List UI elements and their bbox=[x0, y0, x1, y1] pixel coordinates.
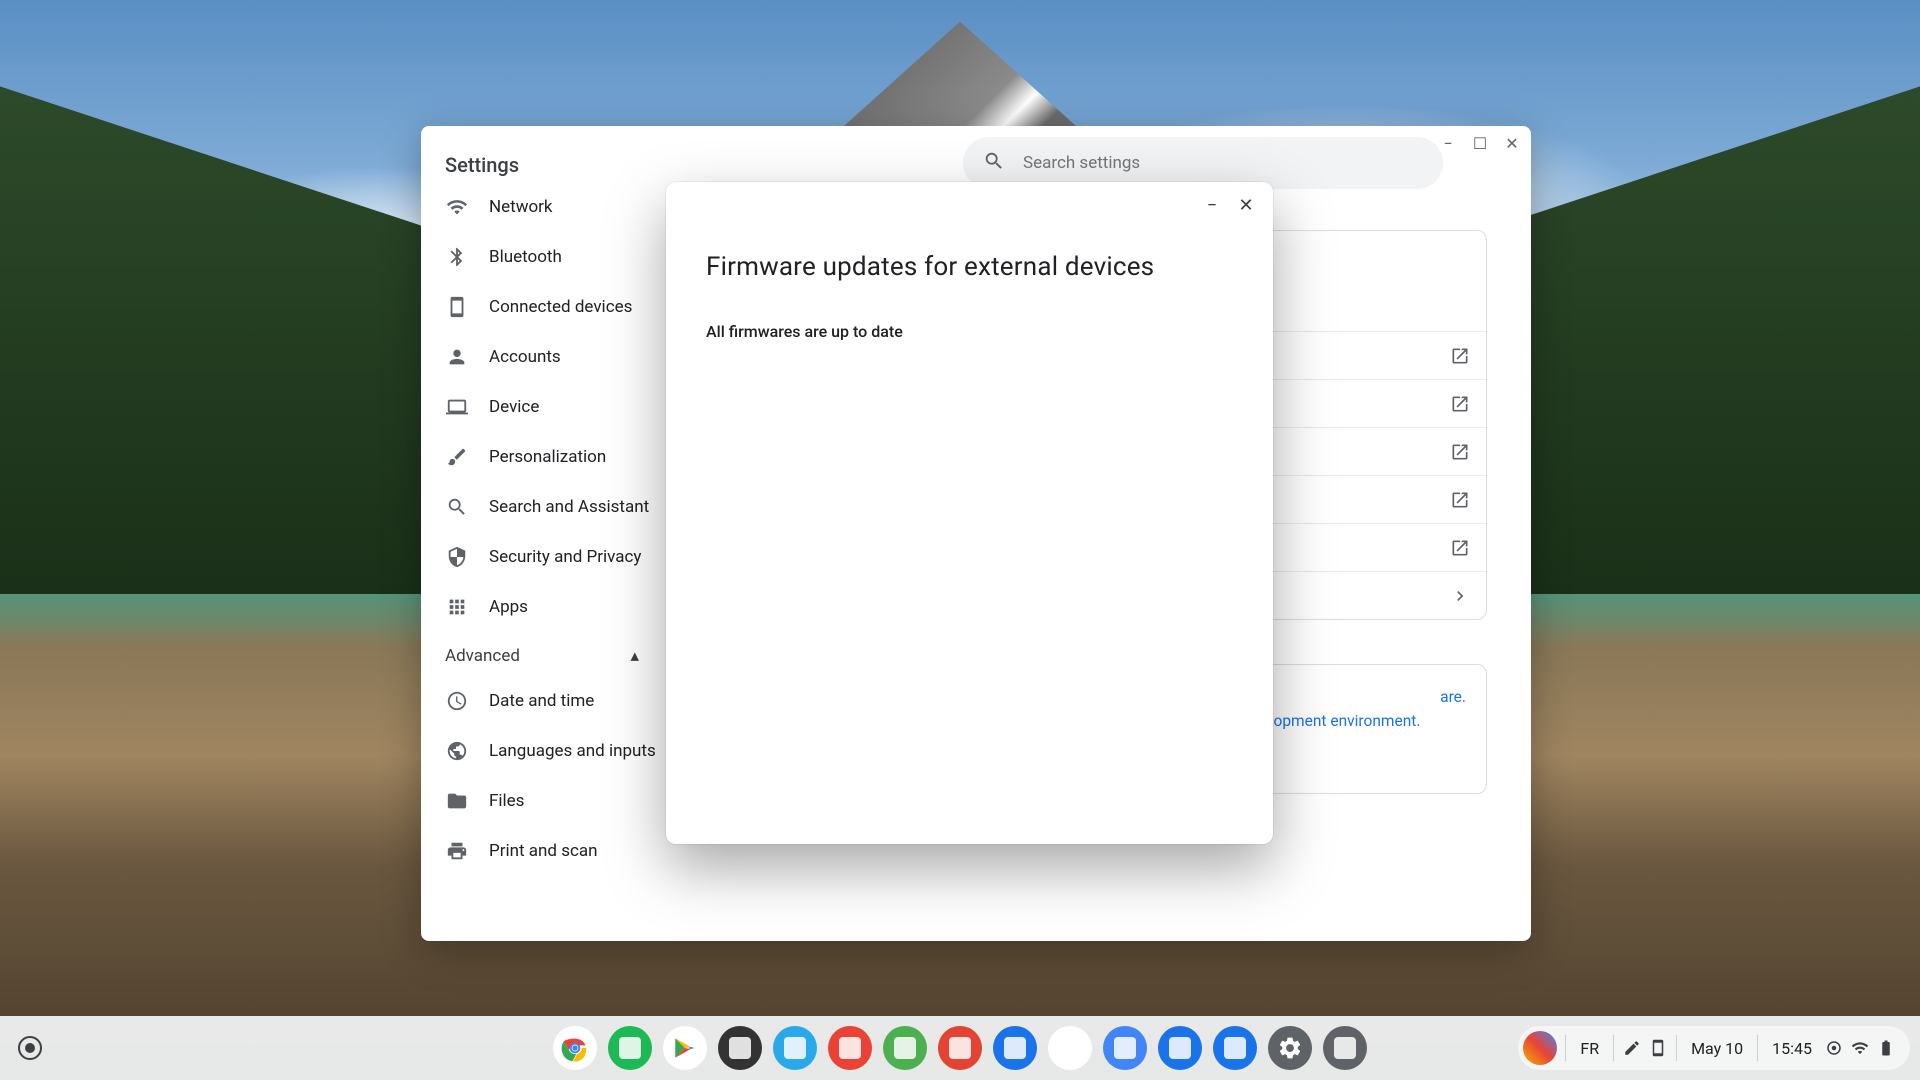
window-controls: − ☐ ✕ bbox=[1439, 134, 1521, 152]
notifications-icon[interactable] bbox=[1824, 1038, 1844, 1058]
chevron-right-icon bbox=[1450, 586, 1470, 606]
open-external-icon bbox=[1450, 346, 1470, 366]
sidebar-item-label: Date and time bbox=[489, 691, 594, 711]
sidebar-item-label: Languages and inputs bbox=[489, 741, 656, 761]
sidebar-item-network[interactable]: Network bbox=[421, 182, 663, 232]
wifi-icon[interactable] bbox=[1850, 1038, 1870, 1058]
sidebar-advanced-toggle[interactable]: Advanced ▴ bbox=[421, 632, 663, 676]
sidebar-item-device[interactable]: Device bbox=[421, 382, 663, 432]
shield-icon bbox=[445, 545, 469, 569]
settings-sidebar: Network Bluetooth Connected devices Account… bbox=[421, 126, 663, 941]
shelf-app-update[interactable] bbox=[1323, 1026, 1367, 1070]
sidebar-item-label: Device bbox=[489, 397, 539, 417]
clock-icon bbox=[445, 689, 469, 713]
shelf-app-files[interactable] bbox=[1213, 1026, 1257, 1070]
brush-icon bbox=[445, 445, 469, 469]
firmware-status-text: All firmwares are up to date bbox=[706, 322, 1233, 341]
open-external-icon bbox=[1450, 394, 1470, 414]
sidebar-item-label: Security and Privacy bbox=[489, 547, 641, 567]
shelf-app-slack[interactable] bbox=[1048, 1026, 1092, 1070]
shelf-app-settings[interactable] bbox=[1268, 1026, 1312, 1070]
open-external-icon bbox=[1450, 538, 1470, 558]
shelf-app-messages[interactable] bbox=[993, 1026, 1037, 1070]
sidebar-item-label: Print and scan bbox=[489, 841, 598, 861]
shelf-app-docs[interactable] bbox=[1103, 1026, 1147, 1070]
shelf-app-spotify[interactable] bbox=[608, 1026, 652, 1070]
maximize-button[interactable]: ☐ bbox=[1471, 134, 1489, 152]
search-icon bbox=[445, 495, 469, 519]
status-area[interactable]: FR May 10 15:45 bbox=[1518, 1026, 1910, 1070]
shelf-app-todoist[interactable] bbox=[938, 1026, 982, 1070]
open-external-icon bbox=[1450, 490, 1470, 510]
folder-icon bbox=[445, 789, 469, 813]
stylus-icon[interactable] bbox=[1622, 1038, 1642, 1058]
print-icon bbox=[445, 839, 469, 863]
phone-icon bbox=[445, 295, 469, 319]
sidebar-item-bluetooth[interactable]: Bluetooth bbox=[421, 232, 663, 282]
sidebar-item-label: Accounts bbox=[489, 347, 561, 367]
sidebar-item-label: Personalization bbox=[489, 447, 606, 467]
ime-indicator[interactable]: FR bbox=[1574, 1039, 1605, 1058]
wifi-icon bbox=[445, 195, 469, 219]
sidebar-item-personalization[interactable]: Personalization bbox=[421, 432, 663, 482]
dialog-minimize-button[interactable]: − bbox=[1203, 196, 1221, 214]
date-indicator[interactable]: May 10 bbox=[1685, 1039, 1749, 1058]
time-indicator[interactable]: 15:45 bbox=[1766, 1039, 1818, 1058]
search-icon bbox=[983, 150, 1005, 176]
shelf-app-crostini[interactable] bbox=[718, 1026, 762, 1070]
user-avatar[interactable] bbox=[1523, 1031, 1557, 1065]
shelf-app-play-store[interactable] bbox=[663, 1026, 707, 1070]
minimize-button[interactable]: − bbox=[1439, 134, 1457, 152]
firmware-updates-dialog: − ✕ Firmware updates for external device… bbox=[666, 182, 1273, 844]
sidebar-item-date-and-time[interactable]: Date and time bbox=[421, 676, 663, 726]
dialog-controls: − ✕ bbox=[1203, 196, 1255, 214]
sidebar-item-label: Connected devices bbox=[489, 297, 632, 317]
link-partial[interactable]: are bbox=[1440, 688, 1462, 706]
sidebar-item-label: Apps bbox=[489, 597, 528, 617]
close-button[interactable]: ✕ bbox=[1503, 134, 1521, 152]
sidebar-item-accounts[interactable]: Accounts bbox=[421, 332, 663, 382]
person-icon bbox=[445, 345, 469, 369]
sidebar-item-apps[interactable]: Apps bbox=[421, 582, 663, 632]
phone-hub-icon[interactable] bbox=[1648, 1038, 1668, 1058]
shelf-app-code[interactable] bbox=[883, 1026, 927, 1070]
shelf-app-app-blue[interactable] bbox=[1158, 1026, 1202, 1070]
apps-icon bbox=[445, 595, 469, 619]
advanced-label: Advanced bbox=[445, 646, 520, 666]
bluetooth-icon bbox=[445, 245, 469, 269]
sidebar-item-files[interactable]: Files bbox=[421, 776, 663, 826]
launcher-button[interactable] bbox=[18, 1036, 42, 1060]
battery-icon[interactable] bbox=[1876, 1038, 1896, 1058]
search-input[interactable] bbox=[1023, 153, 1423, 173]
sidebar-item-connected-devices[interactable]: Connected devices bbox=[421, 282, 663, 332]
sidebar-item-label: Network bbox=[489, 197, 553, 217]
shelf-app-telegram[interactable] bbox=[773, 1026, 817, 1070]
shelf-apps bbox=[553, 1026, 1367, 1070]
shelf-app-app-red[interactable] bbox=[828, 1026, 872, 1070]
settings-title: Settings bbox=[445, 153, 519, 177]
sidebar-item-label: Search and Assistant bbox=[489, 497, 649, 517]
sidebar-item-print-and-scan[interactable]: Print and scan bbox=[421, 826, 663, 876]
sidebar-item-languages-and-inputs[interactable]: Languages and inputs bbox=[421, 726, 663, 776]
open-external-icon bbox=[1450, 442, 1470, 462]
laptop-icon bbox=[445, 395, 469, 419]
shelf: FR May 10 15:45 bbox=[0, 1016, 1920, 1080]
dialog-title: Firmware updates for external devices bbox=[706, 252, 1233, 282]
sidebar-item-search-and-assistant[interactable]: Search and Assistant bbox=[421, 482, 663, 532]
sidebar-item-label: Files bbox=[489, 791, 524, 811]
sidebar-item-security-and-privacy[interactable]: Security and Privacy bbox=[421, 532, 663, 582]
globe-icon bbox=[445, 739, 469, 763]
chevron-up-icon: ▴ bbox=[630, 646, 639, 666]
sidebar-item-label: Bluetooth bbox=[489, 247, 562, 267]
shelf-app-chrome[interactable] bbox=[553, 1026, 597, 1070]
dialog-close-button[interactable]: ✕ bbox=[1237, 196, 1255, 214]
